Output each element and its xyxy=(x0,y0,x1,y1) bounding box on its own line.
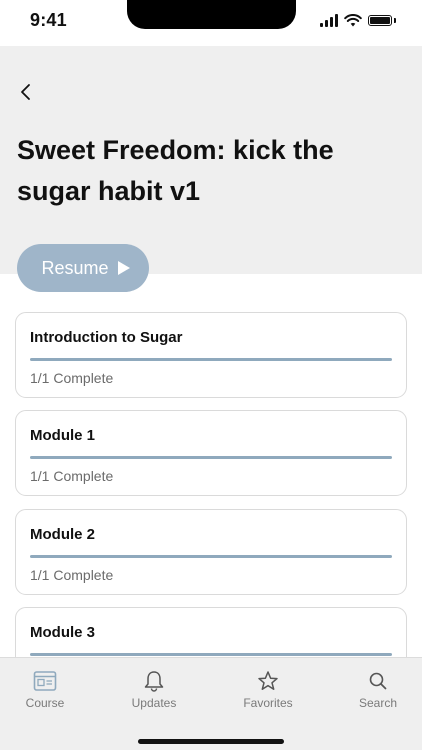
tab-updates-label: Updates xyxy=(131,696,177,710)
module-status: 1/1 Complete xyxy=(30,468,114,484)
tab-bar: Course Updates Favorites Search xyxy=(0,657,422,750)
tab-search-label: Search xyxy=(358,696,398,710)
tab-favorites[interactable]: Favorites xyxy=(223,670,313,710)
resume-label: Resume xyxy=(41,257,109,278)
module-title: Module 3 xyxy=(30,624,96,641)
module-card[interactable]: Introduction to Sugar 1/1 Complete xyxy=(15,312,407,398)
play-icon xyxy=(117,261,130,275)
module-progress-bar xyxy=(30,555,392,558)
module-progress-bar xyxy=(30,358,392,361)
search-icon xyxy=(369,672,387,690)
battery-icon xyxy=(368,14,392,26)
chevron-left-icon[interactable] xyxy=(16,80,36,104)
module-title: Module 1 xyxy=(30,427,96,444)
status-bar: 9:41 xyxy=(0,0,422,46)
module-progress-bar xyxy=(30,653,392,656)
tab-course[interactable]: Course xyxy=(0,670,90,710)
home-indicator xyxy=(138,739,284,744)
course-icon xyxy=(33,671,57,691)
module-status: 1/1 Complete xyxy=(30,567,114,583)
tab-updates[interactable]: Updates xyxy=(109,670,199,710)
tab-search[interactable]: Search xyxy=(333,670,422,710)
module-title: Introduction to Sugar xyxy=(30,329,183,346)
status-icons xyxy=(320,13,396,27)
page-title: Sweet Freedom: kick the sugar habit v1 xyxy=(17,135,334,206)
course-header: Sweet Freedom: kick the sugar habit v1 xyxy=(0,46,422,274)
cellular-signal-icon xyxy=(320,13,338,27)
tab-favorites-label: Favorites xyxy=(243,696,293,710)
tab-course-label: Course xyxy=(25,696,65,710)
module-progress-bar xyxy=(30,456,392,459)
resume-button[interactable]: Resume xyxy=(17,244,149,292)
module-status: 1/1 Complete xyxy=(30,370,114,386)
star-icon xyxy=(258,671,278,690)
module-title: Module 2 xyxy=(30,526,96,543)
module-card[interactable]: Module 1 1/1 Complete xyxy=(15,410,407,496)
bell-icon xyxy=(144,671,164,692)
status-time: 9:41 xyxy=(30,10,67,30)
module-card[interactable]: Module 2 1/1 Complete xyxy=(15,509,407,595)
device-notch xyxy=(127,0,296,29)
wifi-icon xyxy=(344,13,362,26)
